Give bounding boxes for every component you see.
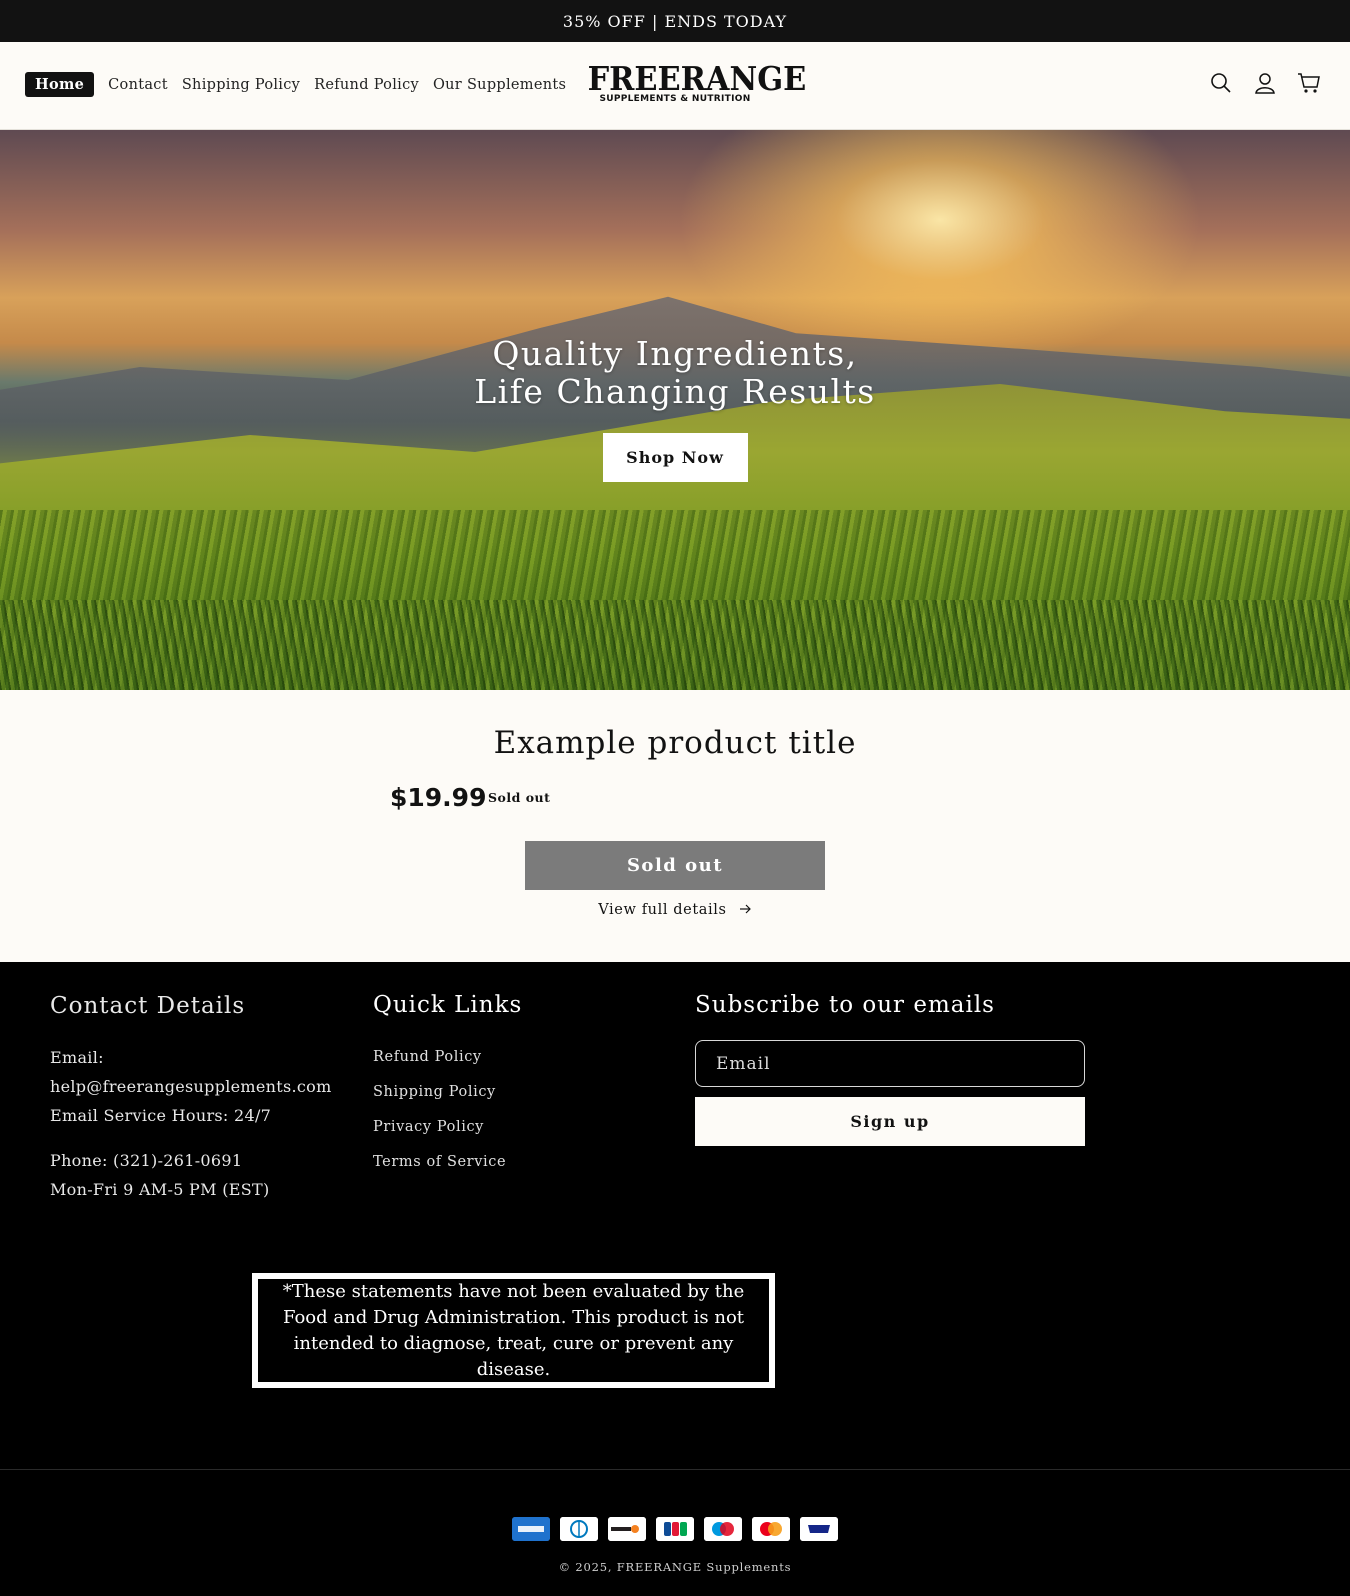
discover-icon xyxy=(608,1517,646,1541)
sold-out-badge: Sold out xyxy=(488,790,551,805)
maestro-icon xyxy=(704,1517,742,1541)
hero-banner: Quality Ingredients, Life Changing Resul… xyxy=(0,130,1350,690)
site-header: Home Contact Shipping Policy Refund Poli… xyxy=(0,42,1350,130)
contact-email-hours: Email Service Hours: 24/7 xyxy=(50,1106,272,1125)
nav-refund-policy[interactable]: Refund Policy xyxy=(307,73,426,97)
quick-links-heading: Quick Links xyxy=(373,992,523,1018)
shop-now-button[interactable]: Shop Now xyxy=(602,433,748,482)
featured-product: Example product title $19.99 Sold out So… xyxy=(0,690,1350,962)
copyright: © 2025, FREERANGE Supplements xyxy=(558,1560,792,1574)
header-icons xyxy=(1208,70,1322,96)
announcement-text: 35% OFF | ENDS TODAY xyxy=(562,11,788,31)
arrow-right-icon xyxy=(739,902,752,918)
main-nav: Home Contact Shipping Policy Refund Poli… xyxy=(25,72,573,97)
footer-link-refund-policy[interactable]: Refund Policy xyxy=(373,1040,623,1075)
nav-home[interactable]: Home xyxy=(25,72,95,97)
hero-title: Quality Ingredients, Life Changing Resul… xyxy=(474,334,876,411)
product-title[interactable]: Example product title xyxy=(0,725,1350,761)
view-full-details-label: View full details xyxy=(598,902,727,918)
sign-up-button[interactable]: Sign up xyxy=(695,1097,1085,1146)
mastercard-icon xyxy=(752,1517,790,1541)
nav-contact[interactable]: Contact xyxy=(101,73,175,97)
footer-quick-links: Quick Links Refund Policy Shipping Polic… xyxy=(373,992,623,1180)
subscribe-heading: Subscribe to our emails xyxy=(695,992,995,1018)
visa-icon xyxy=(800,1517,838,1541)
search-icon[interactable] xyxy=(1208,70,1234,96)
hero-grass-foreground xyxy=(0,600,1350,690)
newsletter-email-input[interactable] xyxy=(695,1040,1085,1087)
nav-shipping-policy[interactable]: Shipping Policy xyxy=(175,73,307,97)
amex-icon xyxy=(512,1517,550,1541)
diners-club-icon xyxy=(560,1517,598,1541)
jcb-icon xyxy=(656,1517,694,1541)
logo-wordmark: FREERANGE xyxy=(587,59,807,98)
nav-our-supplements[interactable]: Our Supplements xyxy=(426,73,573,97)
footer-link-terms-of-service[interactable]: Terms of Service xyxy=(373,1145,623,1180)
account-icon[interactable] xyxy=(1252,70,1278,96)
announcement-bar: 35% OFF | ENDS TODAY xyxy=(0,0,1350,42)
footer-divider xyxy=(0,1469,1350,1470)
footer-contact: Contact Details Email: help@freerangesup… xyxy=(50,992,350,1204)
contact-heading: Contact Details xyxy=(50,993,246,1019)
fda-disclaimer: *These statements have not been evaluate… xyxy=(252,1273,775,1388)
footer-link-privacy-policy[interactable]: Privacy Policy xyxy=(373,1110,623,1145)
footer-subscribe: Subscribe to our emails Sign up xyxy=(695,992,1085,1146)
footer-link-shipping-policy[interactable]: Shipping Policy xyxy=(373,1075,623,1110)
contact-phone: Phone: (321)-261-0691 xyxy=(50,1151,243,1170)
payment-icons xyxy=(512,1517,838,1541)
cart-icon[interactable] xyxy=(1296,70,1322,96)
fda-disclaimer-text: *These statements have not been evaluate… xyxy=(282,1280,745,1380)
contact-email-label: Email: xyxy=(50,1048,104,1067)
contact-email[interactable]: help@freerangesupplements.com xyxy=(50,1072,350,1101)
product-price: $19.99 xyxy=(390,783,487,812)
view-full-details-link[interactable]: View full details xyxy=(0,902,1350,918)
site-footer: Contact Details Email: help@freerangesup… xyxy=(0,962,1350,1596)
site-logo[interactable]: FREERANGE SUPPLEMENTS & NUTRITION xyxy=(580,59,807,112)
sold-out-button[interactable]: Sold out xyxy=(525,841,825,890)
hero-content: Quality Ingredients, Life Changing Resul… xyxy=(0,335,1350,482)
contact-phone-hours: Mon-Fri 9 AM-5 PM (EST) xyxy=(50,1180,270,1199)
